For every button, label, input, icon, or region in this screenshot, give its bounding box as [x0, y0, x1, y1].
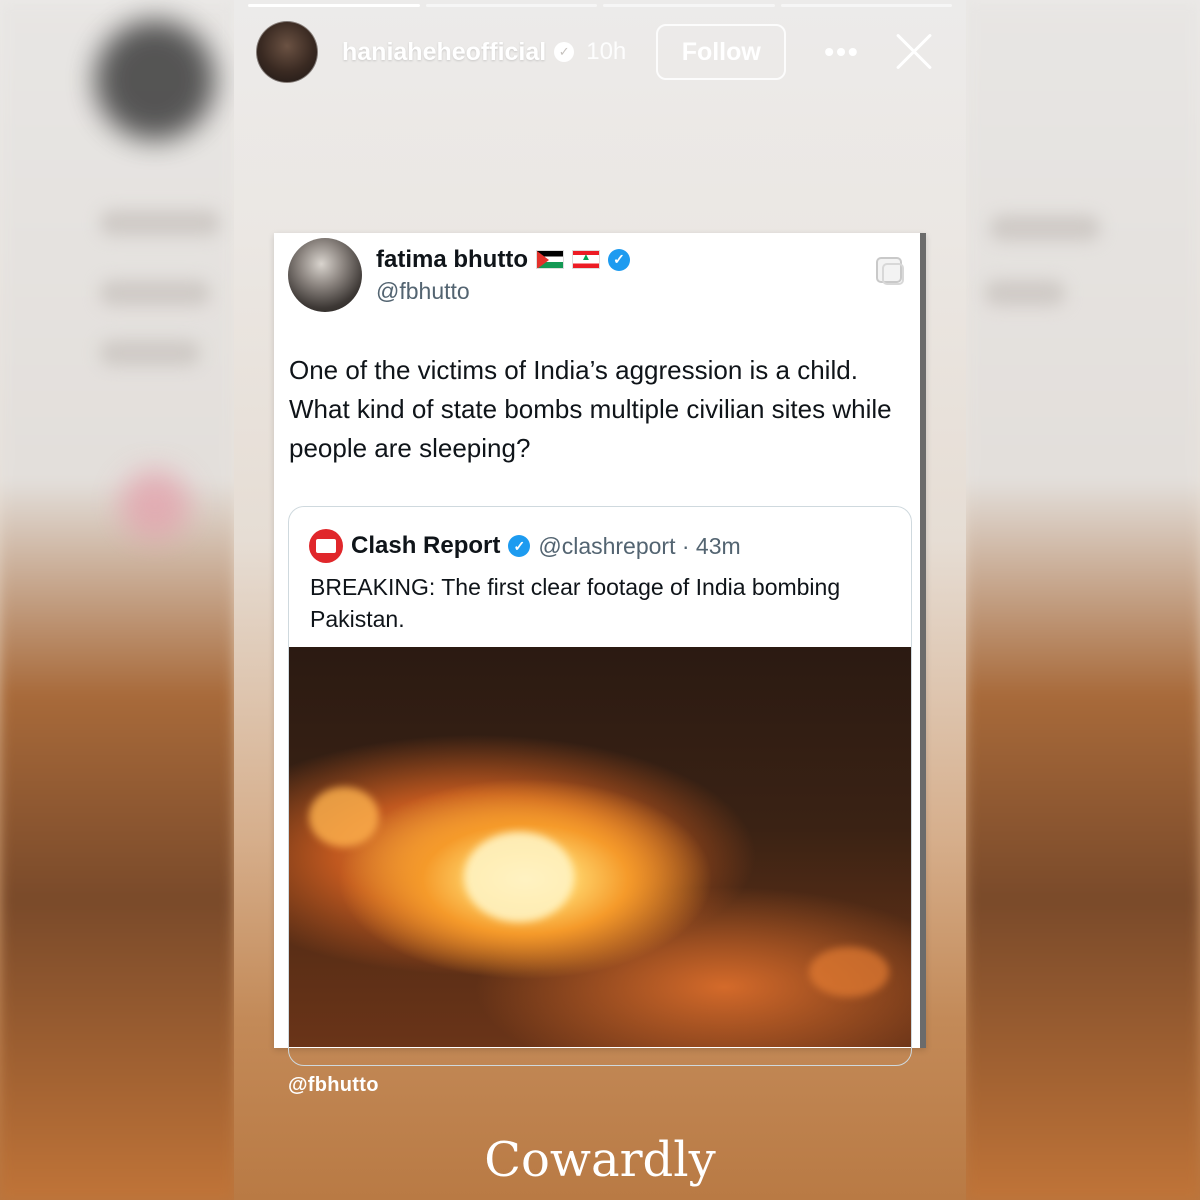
- story-progress: [248, 4, 952, 7]
- progress-segment: [603, 4, 775, 7]
- story-viewer[interactable]: haniaheheofficial ✓ 10h Follow ••• fatim…: [234, 0, 966, 1200]
- clash-report-logo-icon: [309, 529, 343, 563]
- quoted-tweet-text: BREAKING: The first clear footage of Ind…: [310, 574, 841, 632]
- palestine-flag-icon: [535, 250, 564, 269]
- tweet-card: fatima bhutto ✓ @fbhutto One of the vict…: [274, 233, 926, 1066]
- background-bar: [100, 210, 220, 236]
- progress-segment: [248, 4, 420, 7]
- story-caption: Cowardly: [484, 1132, 716, 1188]
- tweet-author-name: fatima bhutto: [376, 245, 528, 273]
- background-bar: [100, 280, 210, 306]
- story-avatar[interactable]: [256, 21, 318, 83]
- background-bar: [990, 215, 1100, 241]
- more-dots-icon[interactable]: •••: [824, 36, 859, 68]
- verified-badge-icon: ✓: [508, 535, 531, 557]
- tweet-header: fatima bhutto ✓ @fbhutto: [288, 238, 630, 312]
- explosion-flare: [464, 832, 574, 922]
- lebanon-flag-icon: [571, 250, 600, 269]
- quoted-tweet: Clash Report ✓ @clashreport · 43m BREAKI…: [288, 506, 912, 1066]
- close-icon[interactable]: [894, 32, 934, 72]
- background-right: [966, 0, 1200, 1200]
- verified-badge-icon: ✓: [554, 42, 575, 62]
- quoted-author-handle: @clashreport · 43m: [538, 532, 741, 559]
- explosion-flare: [809, 947, 889, 997]
- background-bar: [100, 340, 200, 366]
- tweet-text: One of the victims of India’s aggression…: [289, 355, 892, 463]
- quoted-tweet-header: Clash Report ✓ @clashreport · 43m: [309, 529, 741, 563]
- background-avatar-blur: [95, 20, 215, 140]
- progress-segment: [780, 4, 952, 7]
- quoted-tweet-video: [289, 647, 911, 1047]
- mention-sticker[interactable]: @fbhutto: [288, 1074, 379, 1097]
- background-left: [0, 0, 234, 1200]
- quoted-author-name: Clash Report: [351, 532, 501, 559]
- background-bar: [985, 280, 1065, 306]
- tweet-author: fatima bhutto ✓ @fbhutto: [376, 246, 630, 305]
- story-username[interactable]: haniaheheofficial: [342, 38, 546, 67]
- explosion-flare: [309, 787, 379, 847]
- progress-segment: [425, 4, 597, 7]
- tweet-avatar: [288, 238, 362, 312]
- follow-button[interactable]: Follow: [656, 24, 787, 80]
- background-pink-blur: [120, 470, 190, 540]
- story-time: 10h: [586, 38, 627, 65]
- tweet-author-handle: @fbhutto: [376, 277, 470, 304]
- verified-badge-icon: ✓: [607, 248, 630, 271]
- copy-icon: [876, 257, 904, 285]
- story-header: haniaheheofficial ✓ 10h Follow •••: [256, 21, 948, 83]
- tweet-name-row: fatima bhutto ✓: [376, 246, 630, 274]
